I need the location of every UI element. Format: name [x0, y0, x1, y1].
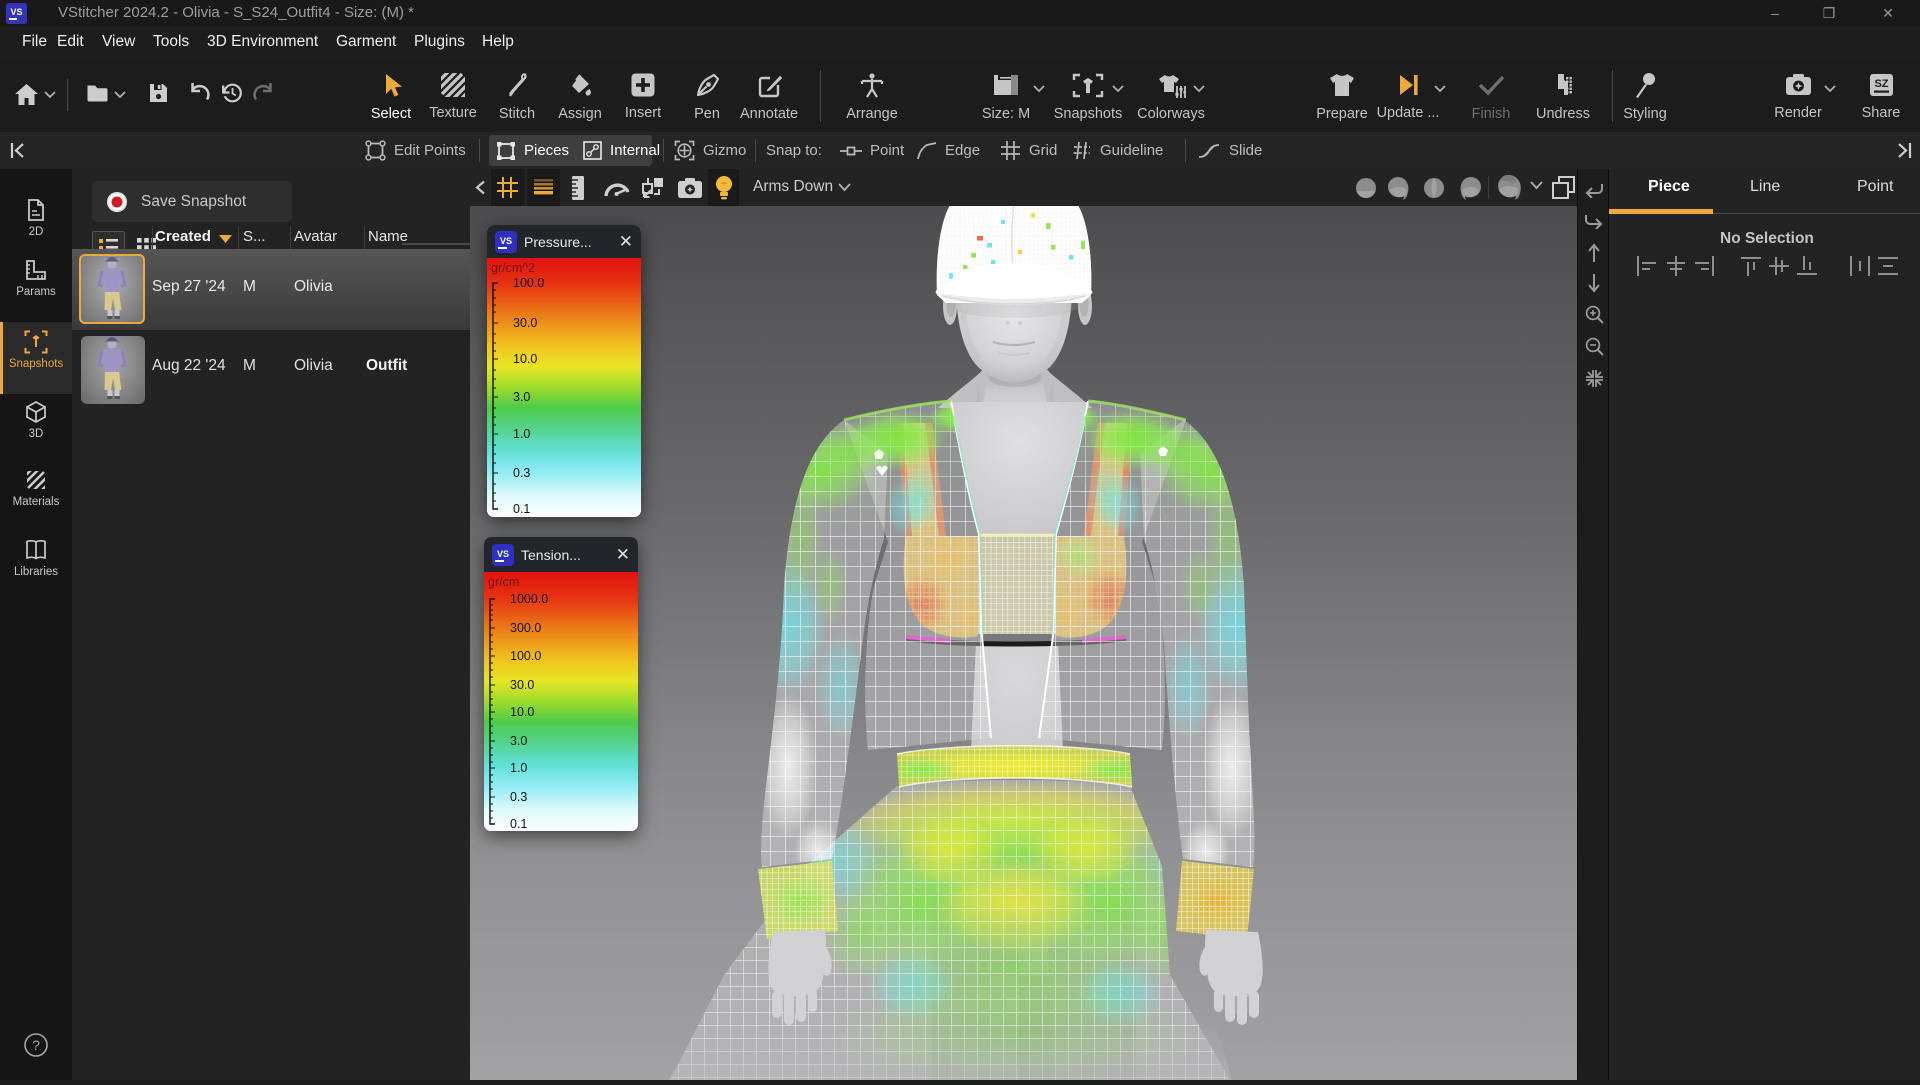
svg-text:?: ?: [32, 1037, 40, 1053]
svg-text:SZ: SZ: [1874, 78, 1888, 90]
